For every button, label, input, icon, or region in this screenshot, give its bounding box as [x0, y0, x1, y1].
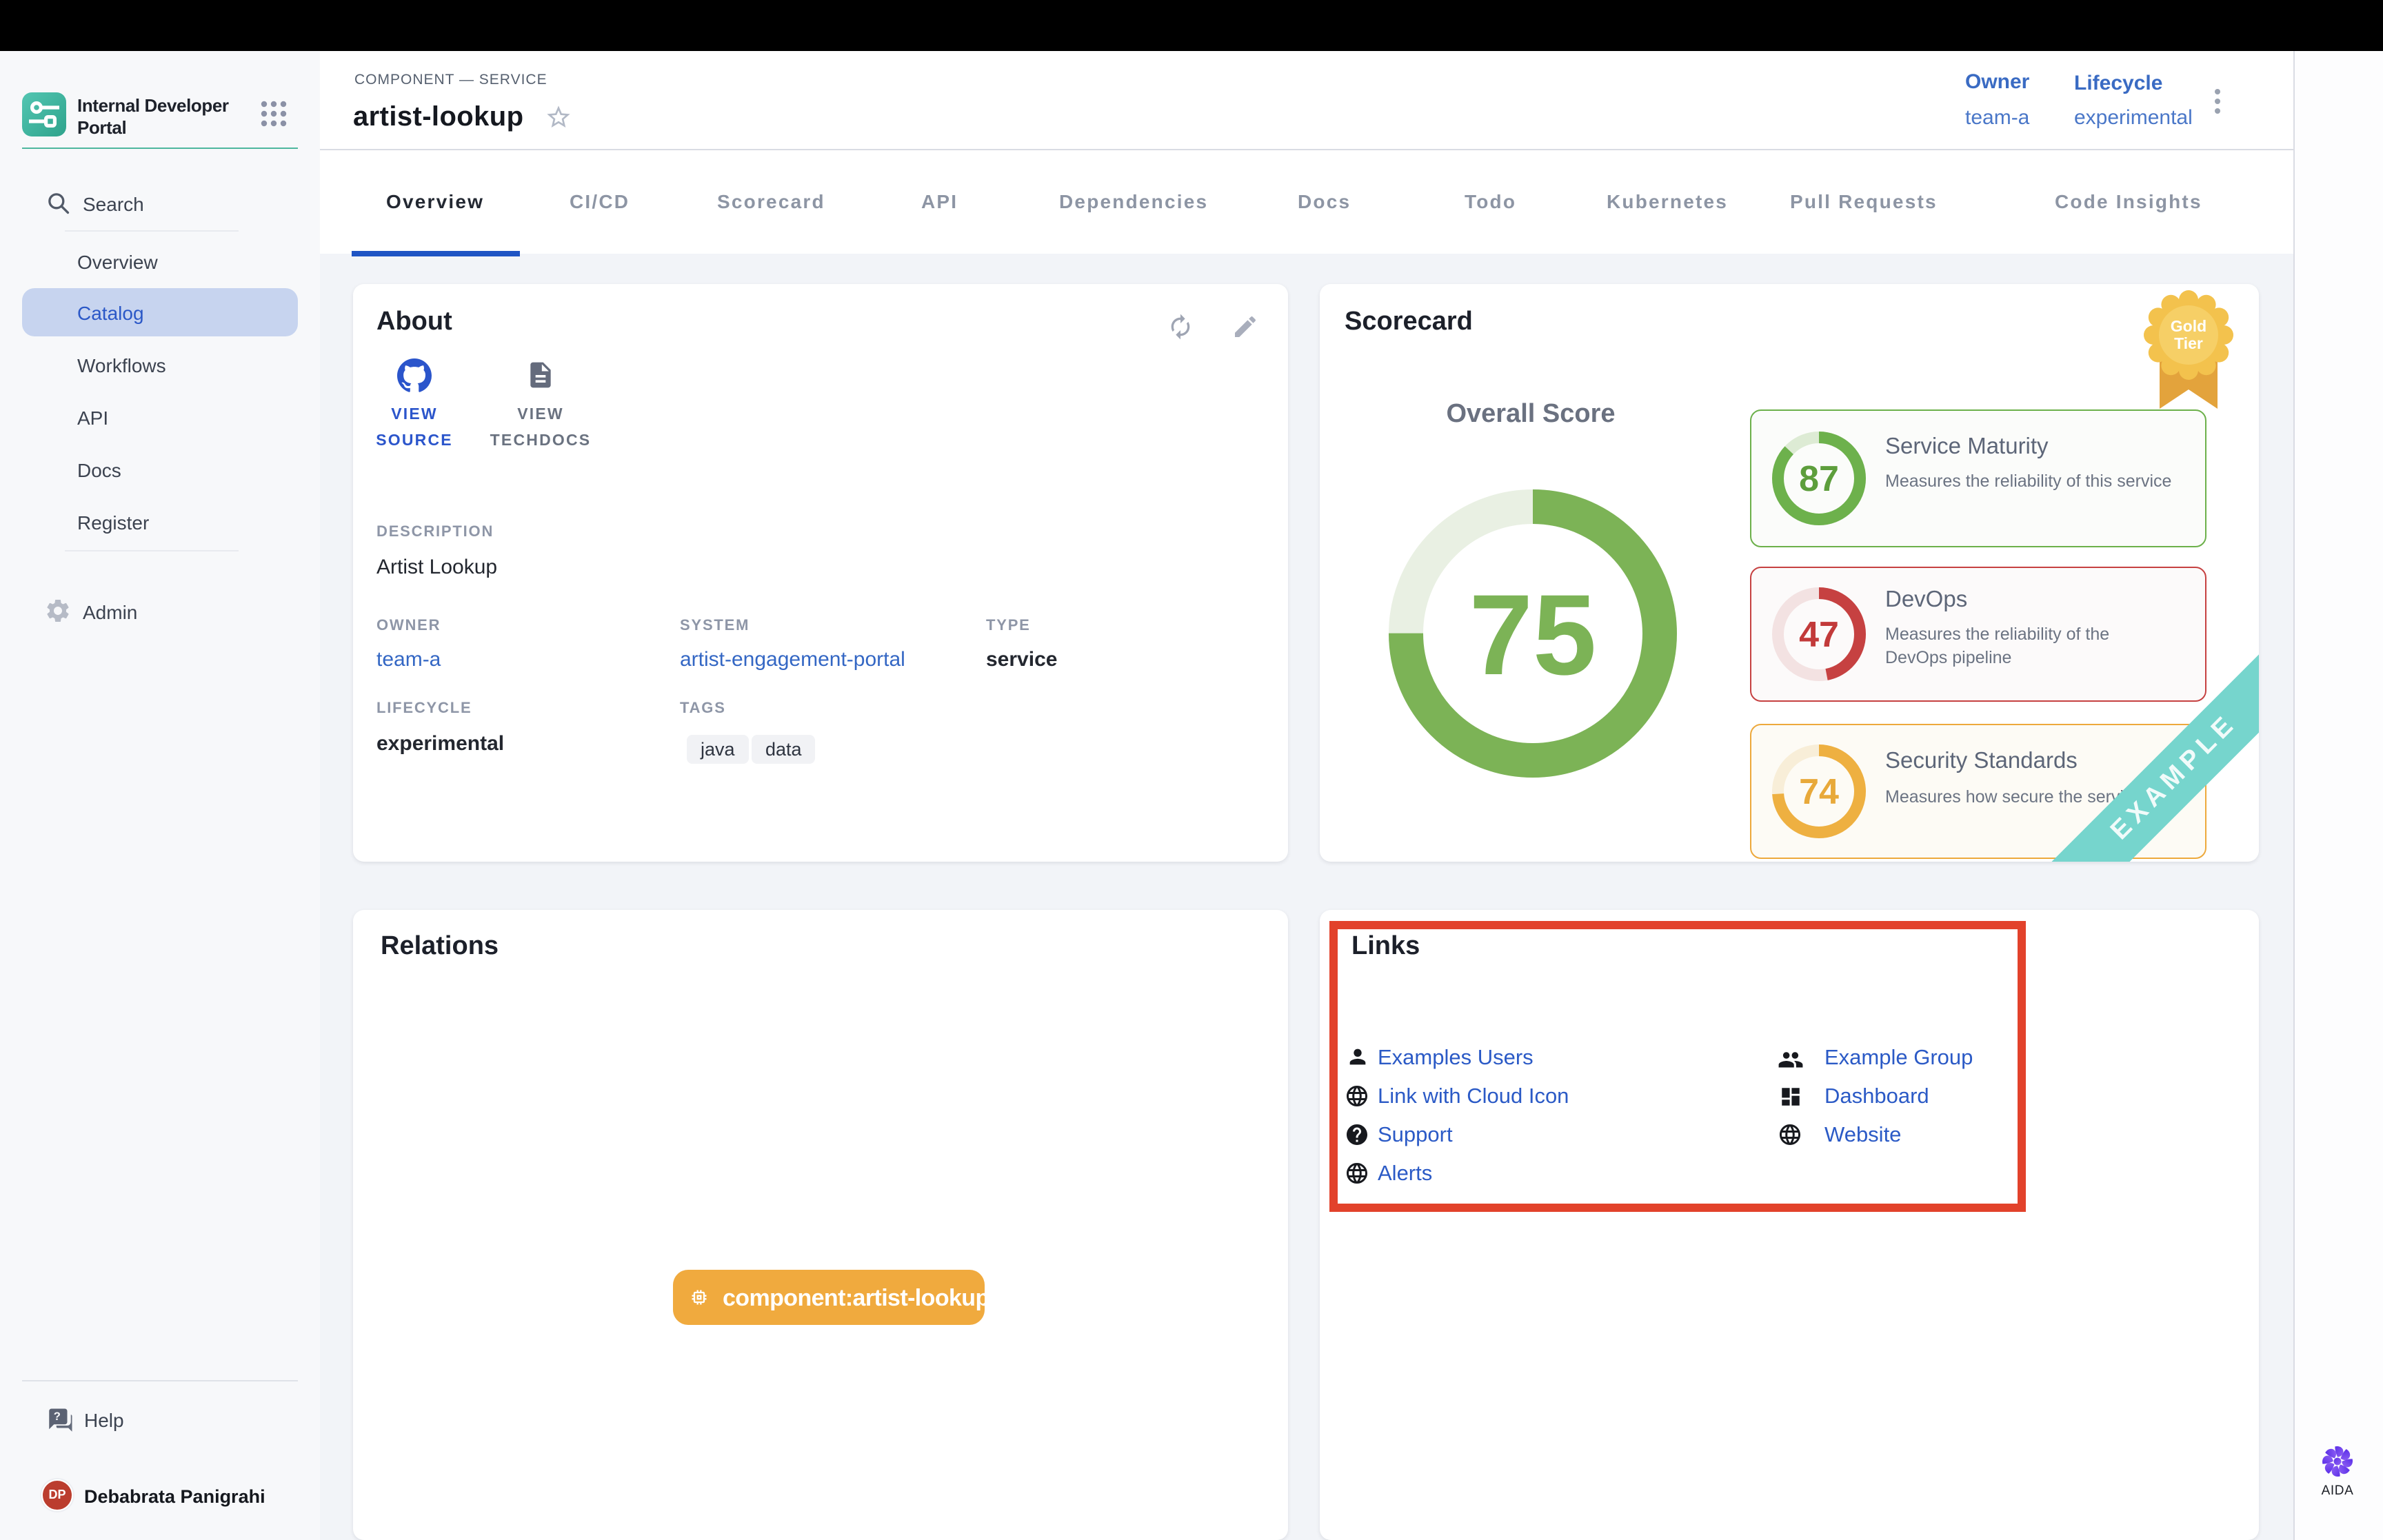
svg-text:87: 87 — [1799, 458, 1839, 498]
svg-text:Gold: Gold — [2171, 317, 2206, 335]
svg-text:74: 74 — [1799, 772, 1839, 812]
svg-text:Tier: Tier — [2174, 334, 2203, 352]
svg-text:?: ? — [54, 1410, 61, 1423]
svg-text:75: 75 — [1469, 571, 1597, 699]
svg-text:47: 47 — [1799, 614, 1839, 654]
